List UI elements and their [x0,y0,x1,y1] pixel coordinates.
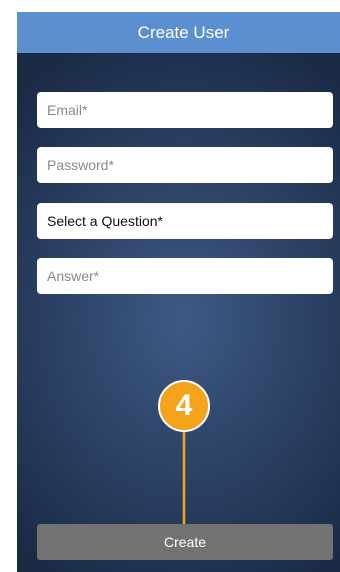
answer-placeholder: Answer* [47,268,100,284]
header-bar: Create User [17,12,340,53]
create-button[interactable]: Create [37,524,333,560]
create-button-label: Create [163,534,207,550]
question-select[interactable]: Select a Question* [37,203,333,239]
email-field[interactable]: Email* [37,92,333,128]
step-callout-badge: 4 [158,380,210,432]
create-user-screen: Create User Email* Password* Select a Qu… [17,12,340,572]
password-field[interactable]: Password* [37,147,333,183]
answer-field[interactable]: Answer* [37,258,333,294]
step-number: 4 [175,389,193,422]
question-select-value: Select a Question* [47,213,163,229]
email-placeholder: Email* [47,102,88,118]
password-placeholder: Password* [47,157,114,173]
page-title: Create User [137,22,230,42]
